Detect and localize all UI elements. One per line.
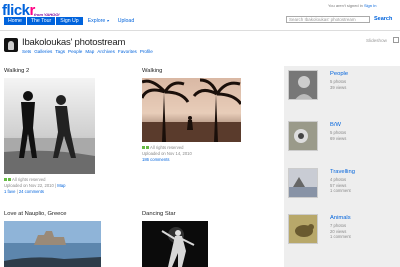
photo-love-at-nauplio[interactable] (4, 221, 101, 267)
search-button[interactable]: Search (374, 16, 392, 22)
photo-title[interactable]: Dancing Star (142, 211, 176, 217)
photostream-subnav: Sets Galleries Tags People Map Archives Favori… (22, 49, 156, 54)
license-icon (8, 178, 11, 182)
slideshow-icon[interactable] (393, 37, 399, 43)
nav-tour[interactable]: The Tour (26, 17, 56, 25)
comments-link[interactable]: 186 comments (142, 157, 169, 162)
set-info: 4 photos 57 views 1 comment (330, 177, 351, 193)
nav-home[interactable]: Home (4, 17, 26, 25)
set-animals[interactable]: Animals 7 photos 20 views 1 comment (288, 214, 398, 244)
set-people[interactable]: People 5 photos 39 views (288, 70, 398, 100)
subnav-map[interactable]: Map (85, 49, 94, 54)
nav-explore[interactable]: Explore ▾ (84, 17, 113, 25)
nav-signup[interactable]: Sign Up (56, 17, 83, 25)
set-name[interactable]: Animals (330, 215, 351, 221)
set-thumbnail[interactable] (288, 214, 318, 244)
photo-title[interactable]: Walking (142, 68, 162, 74)
header-divider (0, 30, 400, 31)
nav-upload[interactable]: Upload (114, 17, 138, 25)
avatar[interactable] (4, 38, 18, 52)
set-travelling[interactable]: Travelling 4 photos 57 views 1 comment (288, 168, 398, 198)
signin-status: You aren't signed in Sign In (328, 3, 377, 8)
global-header: flickr from YAHOO! Home The Tour Sign Up Ex… (0, 0, 400, 30)
set-name[interactable]: People (330, 71, 348, 77)
photo-meta: All rights reserved Uploaded on Nov 22, … (4, 177, 66, 194)
photo-title[interactable]: Love at Nauplio, Greece (4, 211, 67, 217)
subnav-archives[interactable]: Archives (97, 49, 115, 54)
subnav-profile[interactable]: Profile (140, 49, 153, 54)
faves-link[interactable]: 1 fave (4, 189, 15, 194)
set-thumbnail[interactable] (288, 168, 318, 198)
subnav-tags[interactable]: Tags (55, 49, 65, 54)
set-info: 5 photos 39 views (330, 79, 347, 90)
set-name[interactable]: Travelling (330, 169, 355, 175)
signin-link[interactable]: Sign In (364, 3, 376, 8)
subnav-favorites[interactable]: Favorites (118, 49, 137, 54)
set-name[interactable]: B/W (330, 122, 341, 128)
photo-walking[interactable] (142, 78, 241, 142)
photo-title[interactable]: Walking 2 (4, 68, 29, 74)
license-icon (142, 146, 145, 150)
license-icon (146, 146, 149, 150)
set-info: 7 photos 20 views 1 comment (330, 223, 351, 239)
set-bw[interactable]: B/W 5 photos 69 views (288, 121, 398, 151)
slideshow-link[interactable]: Slideshow (366, 38, 387, 43)
comments-link[interactable]: 24 comments (19, 189, 44, 194)
search-input[interactable]: Search Ibakoloukas' photostream (286, 16, 370, 23)
set-thumbnail[interactable] (288, 70, 318, 100)
photo-meta: All rights reserved Uploaded on Nov 14, … (142, 145, 192, 162)
license-icon (4, 178, 7, 182)
sets-sidebar: People 5 photos 39 views B/W 5 photos 69 v… (284, 66, 400, 267)
chevron-down-icon: ▾ (106, 18, 109, 23)
photo-walking-2[interactable] (4, 78, 95, 174)
set-info: 5 photos 69 views (330, 130, 347, 141)
set-thumbnail[interactable] (288, 121, 318, 151)
subnav-sets[interactable]: Sets (22, 49, 31, 54)
photo-dancing-star[interactable] (142, 221, 208, 267)
subnav-people[interactable]: People (68, 49, 82, 54)
subnav-galleries[interactable]: Galleries (34, 49, 52, 54)
map-link[interactable]: Map (57, 183, 65, 188)
global-nav: Home The Tour Sign Up Explore ▾ Upload (4, 17, 139, 26)
page-title: Ibakoloukas' photostream (22, 37, 126, 48)
